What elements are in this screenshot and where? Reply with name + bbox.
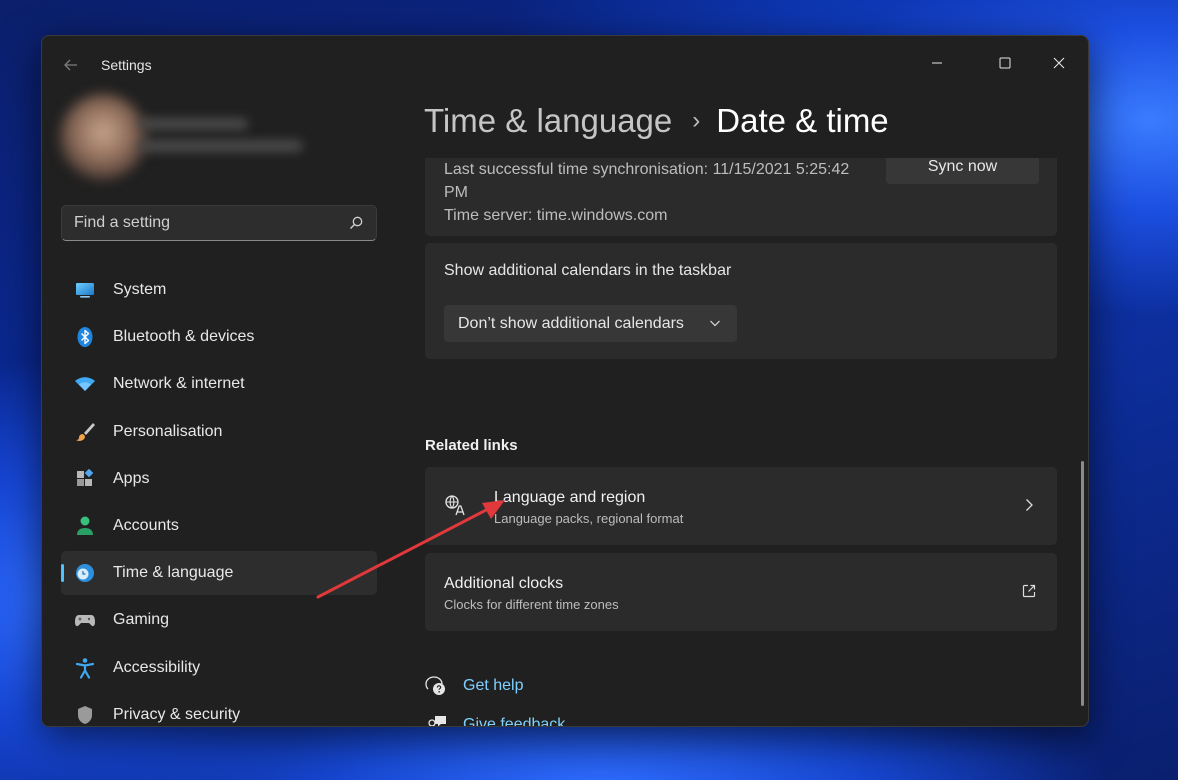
language-region-subtitle: Language packs, regional format [494, 511, 684, 526]
settings-window: Settings System [41, 35, 1089, 727]
sidebar-item-network[interactable]: Network & internet [61, 362, 377, 406]
accessibility-icon [74, 657, 96, 679]
get-help-link[interactable]: Get help [425, 674, 523, 698]
help-chat-icon [425, 676, 445, 695]
minimize-icon [932, 62, 942, 64]
language-region-link[interactable]: Language and region Language packs, regi… [425, 467, 1057, 545]
person-icon [74, 515, 96, 537]
sidebar-item-accessibility[interactable]: Accessibility [61, 646, 377, 690]
sidebar-item-label: Personalisation [113, 422, 223, 440]
last-sync-text: Last successful time synchronisation: 11… [444, 161, 850, 201]
sidebar-item-label: Privacy & security [113, 705, 241, 723]
sync-info: Last successful time synchronisation: 11… [444, 158, 864, 227]
paintbrush-icon [74, 421, 96, 443]
arrow-left-icon [64, 59, 77, 71]
open-external-icon [1022, 584, 1036, 598]
calendars-label: Show additional calendars in the taskbar [444, 262, 732, 279]
back-button[interactable] [60, 54, 82, 76]
content-area: Last successful time synchronisation: 11… [424, 158, 1074, 726]
related-links-heading: Related links [425, 437, 518, 454]
additional-clocks-subtitle: Clocks for different time zones [444, 597, 619, 612]
sidebar-item-label: Time & language [113, 564, 234, 582]
sidebar-item-label: Gaming [113, 611, 170, 629]
search-box[interactable] [61, 205, 377, 241]
sidebar-item-gaming[interactable]: Gaming [61, 598, 377, 642]
breadcrumb: Time & language › Date & time [424, 102, 889, 140]
sidebar-item-label: System [113, 281, 167, 298]
give-feedback-label: Give feedback [463, 716, 566, 726]
sidebar-item-apps[interactable]: Apps [61, 457, 377, 501]
breadcrumb-separator: › [692, 107, 701, 134]
page-title: Date & time [716, 102, 889, 139]
give-feedback-link[interactable]: Give feedback [425, 713, 565, 726]
chevron-down-icon [710, 320, 720, 327]
sidebar-nav: System Bluetooth & devices Network & int… [61, 268, 377, 726]
feedback-icon [428, 716, 446, 726]
search-icon[interactable] [348, 215, 364, 231]
sidebar-item-label: Bluetooth & devices [113, 328, 255, 346]
sidebar-item-privacy[interactable]: Privacy & security [61, 693, 377, 726]
avatar[interactable] [60, 94, 146, 180]
minimize-button[interactable] [914, 46, 960, 80]
sidebar-item-label: Accounts [113, 516, 179, 534]
shield-icon [74, 704, 96, 726]
monitor-icon [74, 279, 96, 301]
search-input[interactable] [74, 206, 334, 240]
apps-icon [74, 468, 96, 490]
close-button[interactable] [1036, 46, 1082, 80]
time-server-text: Time server: time.windows.com [444, 207, 668, 224]
sidebar-item-time-language[interactable]: Time & language [61, 551, 377, 596]
language-icon [445, 495, 465, 516]
maximize-button[interactable] [982, 46, 1028, 80]
wifi-icon [74, 373, 96, 395]
additional-clocks-title: Additional clocks [444, 575, 564, 592]
chevron-right-icon [1026, 499, 1033, 511]
sidebar-item-label: Network & internet [113, 375, 245, 393]
scrollbar-thumb[interactable] [1081, 461, 1084, 706]
close-icon [1053, 57, 1065, 69]
sidebar-item-bluetooth[interactable]: Bluetooth & devices [61, 315, 377, 359]
sidebar-item-personalisation[interactable]: Personalisation [61, 410, 377, 454]
sidebar-item-system[interactable]: System [61, 268, 377, 312]
globe-clock-icon [74, 562, 96, 584]
additional-clocks-link[interactable]: Additional clocks Clocks for different t… [425, 553, 1057, 631]
maximize-icon [999, 57, 1011, 69]
sidebar-item-label: Accessibility [113, 658, 201, 676]
sync-card: Last successful time synchronisation: 11… [425, 158, 1057, 236]
app-title: Settings [101, 57, 152, 73]
sync-now-button[interactable]: Sync now [886, 158, 1039, 184]
sidebar-item-accounts[interactable]: Accounts [61, 504, 377, 548]
account-info-blurred [138, 118, 308, 168]
language-region-title: Language and region [494, 489, 646, 506]
gamepad-icon [74, 609, 96, 631]
breadcrumb-parent[interactable]: Time & language [424, 102, 672, 139]
calendars-card: Show additional calendars in the taskbar… [425, 243, 1057, 359]
calendars-dropdown-value: Don’t show additional calendars [458, 315, 684, 332]
title-bar: Settings [42, 36, 1088, 94]
sidebar-item-label: Apps [113, 469, 150, 487]
get-help-label: Get help [463, 677, 524, 694]
calendars-dropdown[interactable]: Don’t show additional calendars [444, 305, 737, 342]
bluetooth-icon [74, 326, 96, 348]
